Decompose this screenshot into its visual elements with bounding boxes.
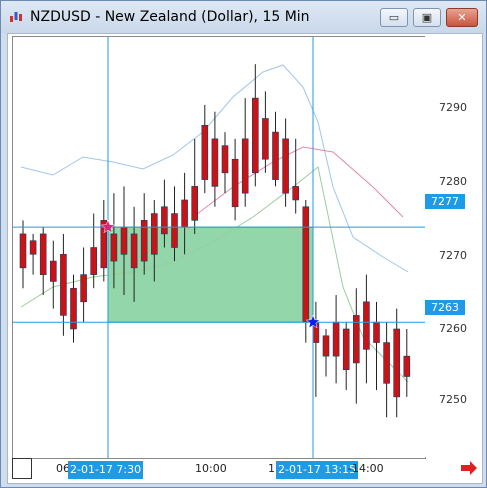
close-button[interactable]: ✕ xyxy=(446,8,478,27)
price-chart[interactable] xyxy=(12,36,426,459)
candle-body xyxy=(181,199,188,228)
candle-body xyxy=(161,206,168,235)
maximize-icon: ▣ xyxy=(421,11,433,24)
candle-body xyxy=(70,287,77,330)
candle-body xyxy=(272,131,279,180)
chart-corner-box[interactable] xyxy=(12,458,32,479)
candle-body xyxy=(332,321,340,357)
candle-body xyxy=(403,355,411,377)
y-tick-7250: 7250 xyxy=(439,393,467,406)
time-axis[interactable]: 06: 2-01-17 7:30 10:00 1 2-01-17 13:15 -… xyxy=(12,458,424,483)
chart-client: 7290 7280 7270 7260 7250 7277 7263 06: 2… xyxy=(7,33,483,484)
title-bar[interactable]: NZDUSD - New Zealand (Dollar), 15 Min ▭ … xyxy=(1,1,486,33)
rectangle-drawing xyxy=(107,226,314,323)
candle-body xyxy=(292,186,300,201)
candle-body xyxy=(110,233,118,262)
minimize-icon: ▭ xyxy=(388,11,400,24)
candle-body xyxy=(29,240,37,255)
candle-body xyxy=(80,274,87,303)
x-label-1000: 10:00 xyxy=(195,462,227,475)
crosshair-price-label-lower: 7263 xyxy=(425,300,465,315)
x-label-1400: -14:00 xyxy=(348,462,384,475)
candle-body xyxy=(373,321,380,343)
candle-body xyxy=(201,124,209,180)
candle-body xyxy=(60,253,67,316)
candle-body xyxy=(302,206,310,323)
candle-body xyxy=(241,138,249,194)
window-title: NZDUSD - New Zealand (Dollar), 15 Min xyxy=(30,9,310,25)
crosshair-price-label-upper: 7277 xyxy=(425,194,465,209)
candle-body xyxy=(282,138,289,194)
chart-window: NZDUSD - New Zealand (Dollar), 15 Min ▭ … xyxy=(0,0,487,488)
y-tick-7260: 7260 xyxy=(439,322,467,335)
candle-body xyxy=(151,213,158,255)
candle-body xyxy=(171,213,178,248)
candle-body xyxy=(252,97,259,174)
maximize-button[interactable]: ▣ xyxy=(413,8,441,27)
scroll-right-arrow-icon[interactable] xyxy=(460,460,478,476)
candle-body xyxy=(211,138,219,187)
chart-app-icon xyxy=(10,12,22,22)
candle-body xyxy=(191,186,198,221)
close-icon: ✕ xyxy=(457,11,467,24)
candle-body xyxy=(130,233,138,269)
candle-body xyxy=(49,260,57,282)
candlestick-plot[interactable] xyxy=(13,37,425,458)
candle-body xyxy=(140,220,148,262)
candle-body xyxy=(231,158,239,208)
candle-body xyxy=(262,118,269,160)
y-tick-7290: 7290 xyxy=(439,101,467,114)
candle-body xyxy=(342,328,350,371)
candle-body xyxy=(221,145,229,174)
candle-body xyxy=(383,342,390,384)
x-label-1: 1 xyxy=(268,462,275,475)
y-tick-7280: 7280 xyxy=(439,175,467,188)
candle-body xyxy=(120,226,128,255)
candle-body xyxy=(322,335,330,357)
candle-body xyxy=(363,301,370,350)
price-axis[interactable]: 7290 7280 7270 7260 7250 7277 7263 xyxy=(425,36,481,457)
candle-body xyxy=(39,233,47,275)
minimize-button[interactable]: ▭ xyxy=(380,8,408,27)
candle-body xyxy=(90,247,97,275)
candle-body xyxy=(19,233,27,269)
candle-body xyxy=(393,328,401,398)
x-highlight-start: 2-01-17 7:30 xyxy=(68,461,144,479)
x-highlight-end: 2-01-17 13:15 xyxy=(276,461,359,479)
y-tick-7270: 7270 xyxy=(439,249,467,262)
